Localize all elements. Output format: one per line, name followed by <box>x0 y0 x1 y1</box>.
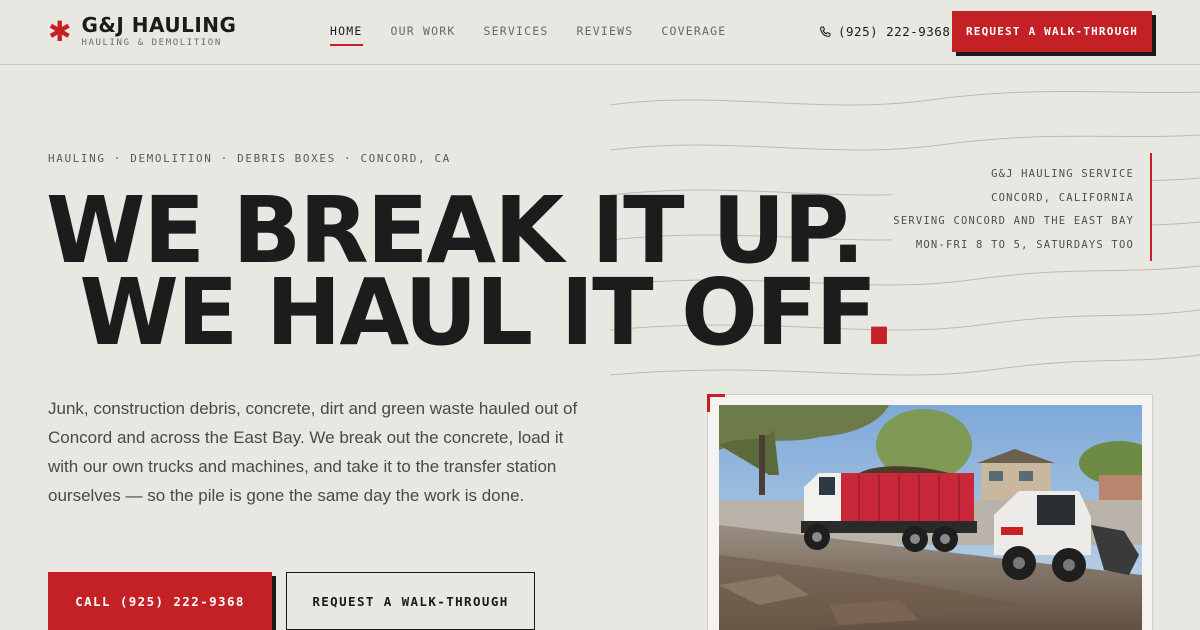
info-business-name: G&J HAULING SERVICE <box>991 168 1134 180</box>
brand-logo[interactable]: ✱ G&J HAULING HAULING & DEMOLITION <box>48 14 236 48</box>
main-nav: HOME OUR WORK SERVICES REVIEWS COVERAGE <box>330 24 754 46</box>
request-walkthrough-button[interactable]: REQUEST A WALK-THROUGH <box>286 572 535 630</box>
hero-description: Junk, construction debris, concrete, dir… <box>48 399 578 505</box>
hero-photo <box>719 405 1142 630</box>
nav-item-our-work[interactable]: OUR WORK <box>391 24 456 46</box>
site-header: ✱ G&J HAULING HAULING & DEMOLITION HOME … <box>0 0 1200 65</box>
hero-photo-frame <box>707 394 1153 630</box>
headline-accent-dot: . <box>861 259 896 366</box>
brand-name: G&J HAULING <box>81 13 237 37</box>
brand-tagline: HAULING & DEMOLITION <box>81 38 222 48</box>
headline-line-2-text: WE HAUL IT OFF <box>79 259 863 366</box>
info-service-area: SERVING CONCORD AND THE EAST BAY <box>893 215 1134 227</box>
headline-line-2: WE HAUL IT OFF. <box>46 267 896 359</box>
hero-eyebrow: HAULING · DEMOLITION · DEBRIS BOXES · CO… <box>48 152 451 165</box>
phone-icon <box>820 26 831 37</box>
header-phone-link[interactable]: (925) 222-9368 <box>818 24 950 39</box>
nav-item-coverage[interactable]: COVERAGE <box>661 24 726 46</box>
dump-truck-and-skid-steer-illustration <box>719 405 1142 630</box>
nav-item-services[interactable]: SERVICES <box>484 24 549 46</box>
request-walkthrough-header-button[interactable]: REQUEST A WALK-THROUGH <box>952 11 1152 52</box>
nav-item-home[interactable]: HOME <box>330 24 363 46</box>
call-button[interactable]: CALL (925) 222-9368 <box>48 572 272 630</box>
asterisk-icon: ✱ <box>48 15 72 48</box>
hero-headline: WE BREAK IT UP. WE HAUL IT OFF. <box>46 185 896 359</box>
info-hours: MON-FRI 8 TO 5, SATURDAYS TOO <box>915 238 1134 251</box>
nav-item-reviews[interactable]: REVIEWS <box>577 24 634 46</box>
business-info-card: G&J HAULING SERVICE CONCORD, CALIFORNIA … <box>892 153 1152 261</box>
info-location: CONCORD, CALIFORNIA <box>991 191 1134 204</box>
header-phone-number: (925) 222-9368 <box>838 24 951 39</box>
